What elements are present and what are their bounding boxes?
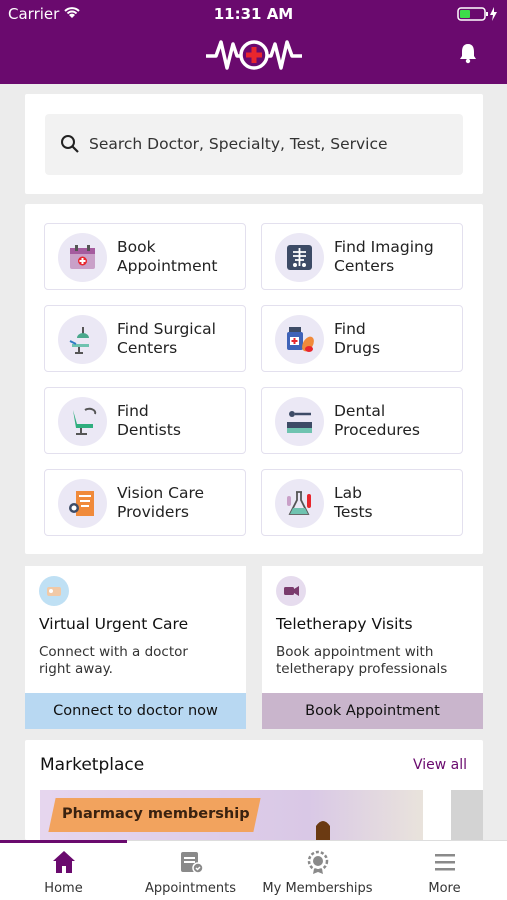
service-label-l2: Providers	[117, 503, 189, 521]
book-appointment-button[interactable]: Book Appointment	[262, 693, 483, 729]
promo-desc-line1: Connect with a doctor	[39, 644, 188, 660]
banner-label: Pharmacy membership	[62, 806, 250, 822]
bottom-tab-bar: Home Appointments My Memberships More	[0, 840, 507, 900]
appointments-icon	[181, 852, 204, 874]
tab-label: More	[428, 881, 461, 896]
tab-label: Home	[44, 881, 83, 896]
wow-logo[interactable]	[204, 34, 304, 76]
service-label-l1: Book	[117, 238, 156, 256]
service-dental-procedures[interactable]: Dental Procedures	[261, 387, 463, 454]
promo-desc-line1: Book appointment with	[276, 644, 434, 660]
marketplace-banner-next[interactable]	[451, 790, 483, 840]
status-bar: Carrier 11:31 AM	[0, 0, 507, 28]
service-label-l1: Vision Care	[117, 484, 205, 502]
promo-desc-line2: right away.	[39, 661, 113, 677]
marketplace-card: Marketplace View all Pharmacy membership	[25, 740, 483, 840]
connect-to-doctor-button[interactable]: Connect to doctor now	[25, 693, 246, 729]
bell-icon[interactable]	[457, 42, 479, 64]
lab-flask-icon	[275, 479, 324, 528]
app-header: Carrier 11:31 AM	[0, 0, 507, 84]
promo-title: Teletherapy Visits	[276, 615, 413, 633]
promo-description: Book appointment with teletherapy profess…	[276, 644, 476, 678]
services-card: Book Appointment Find Imaging Centers Find…	[25, 204, 483, 554]
service-lab-tests[interactable]: Lab Tests	[261, 469, 463, 536]
tab-label: My Memberships	[262, 881, 373, 896]
promo-description: Connect with a doctor right away.	[39, 644, 239, 678]
memberships-icon	[307, 850, 329, 874]
tab-appointments[interactable]: Appointments	[127, 841, 254, 900]
service-label-l2: Tests	[334, 503, 373, 521]
search-icon	[61, 135, 79, 153]
service-find-dentists[interactable]: Find Dentists	[44, 387, 246, 454]
search-input[interactable]: Search Doctor, Specialty, Test, Service	[45, 114, 463, 175]
tab-home[interactable]: Home	[0, 841, 127, 900]
tab-more[interactable]: More	[381, 841, 507, 900]
service-label-l1: Find Imaging	[334, 238, 434, 256]
service-label-l1: Find	[117, 402, 149, 420]
battery-icon	[457, 6, 499, 26]
service-label-l2: Procedures	[334, 421, 420, 439]
promo-teletherapy-visits: Teletherapy Visits Book appointment with…	[262, 566, 483, 729]
service-label-l2: Centers	[334, 257, 395, 275]
service-label-l2: Drugs	[334, 339, 381, 357]
search-placeholder: Search Doctor, Specialty, Test, Service	[89, 135, 388, 153]
service-find-imaging-centers[interactable]: Find Imaging Centers	[261, 223, 463, 290]
tab-my-memberships[interactable]: My Memberships	[254, 841, 381, 900]
video-camera-icon	[276, 576, 306, 606]
pill-bottle-icon	[316, 821, 330, 840]
video-chat-icon	[39, 576, 69, 606]
eye-chart-icon	[58, 479, 107, 528]
surgical-light-icon	[58, 315, 107, 364]
clock: 11:31 AM	[213, 5, 294, 23]
promo-virtual-urgent-care: Virtual Urgent Care Connect with a docto…	[25, 566, 246, 729]
service-label-l1: Find Surgical	[117, 320, 216, 338]
marketplace-banner[interactable]: Pharmacy membership	[40, 790, 423, 840]
home-icon	[53, 851, 75, 873]
service-label-l1: Dental	[334, 402, 386, 420]
promo-desc-line2: teletherapy professionals	[276, 661, 448, 677]
dental-tools-icon	[275, 397, 324, 446]
service-book-appointment[interactable]: Book Appointment	[44, 223, 246, 290]
menu-icon	[435, 854, 455, 871]
search-card: Search Doctor, Specialty, Test, Service	[25, 94, 483, 194]
dental-chair-icon	[58, 397, 107, 446]
view-all-link[interactable]: View all	[413, 757, 467, 773]
service-find-surgical-centers[interactable]: Find Surgical Centers	[44, 305, 246, 372]
service-label-l1: Lab	[334, 484, 362, 502]
xray-icon	[275, 233, 324, 282]
marketplace-title: Marketplace	[40, 755, 145, 775]
promo-title: Virtual Urgent Care	[39, 615, 189, 633]
tab-label: Appointments	[144, 881, 237, 896]
service-vision-care-providers[interactable]: Vision Care Providers	[44, 469, 246, 536]
service-label-l1: Find	[334, 320, 366, 338]
pills-icon	[275, 315, 324, 364]
active-tab-indicator	[0, 840, 127, 843]
calendar-icon	[58, 233, 107, 282]
service-find-drugs[interactable]: Find Drugs	[261, 305, 463, 372]
service-label-l2: Centers	[117, 339, 178, 357]
service-label-l2: Dentists	[117, 421, 181, 439]
service-label-l2: Appointment	[117, 257, 218, 275]
